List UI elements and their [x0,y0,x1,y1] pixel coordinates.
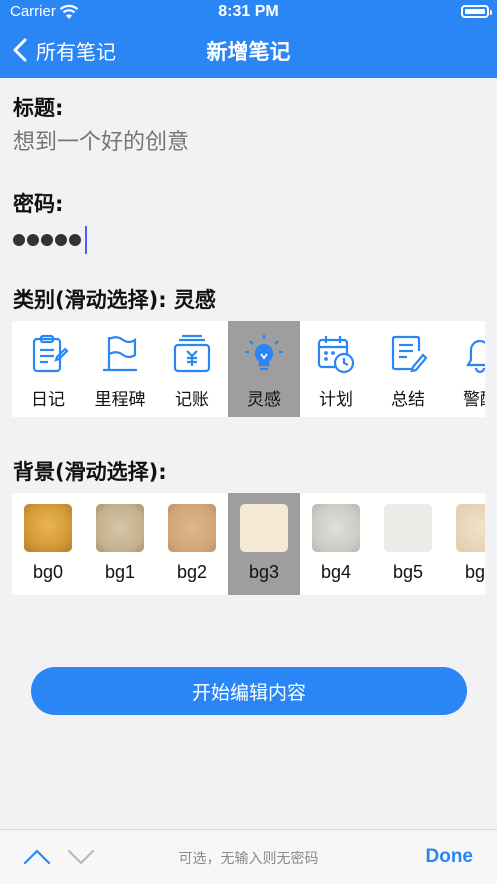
category-label: 类别(滑动选择): 灵感 [13,288,216,312]
background-label-text: bg6 [464,562,485,582]
background-label-text: bg3 [248,562,280,582]
bell-icon [466,339,485,374]
nav-bar: Carrier 8:31 PM 所有笔记 新增笔记 [0,0,497,78]
background-item[interactable]: bg5 [372,493,444,595]
lightbulb-icon [245,335,283,371]
category-item-diary[interactable]: 日记 [12,321,84,417]
battery-icon [461,5,492,18]
background-item[interactable]: bg3 [228,493,300,595]
done-button[interactable]: Done [426,846,474,868]
password-dot [27,234,39,246]
background-item[interactable]: bg1 [84,493,156,595]
title-label: 标题: [13,96,64,120]
category-label-text: 灵感 [247,390,281,410]
page-title: 新增笔记 [206,40,291,64]
text-cursor [85,226,87,254]
category-picker[interactable]: 日记 里程碑 记账 灵感 计划 总结 警 [12,321,485,417]
calendar-clock-icon [317,336,355,374]
category-item-alert[interactable]: 警醒 [444,321,485,417]
background-swatch [240,504,288,552]
accounting-icon [173,334,211,373]
diary-icon [32,334,69,373]
start-editing-button[interactable]: 开始编辑内容 [31,667,467,715]
background-label: 背景(滑动选择): [13,460,167,484]
background-item[interactable]: bg6 [444,493,485,595]
background-item[interactable]: bg0 [12,493,84,595]
background-swatch [24,504,72,552]
category-label-text: 总结 [391,390,425,410]
category-label-text: 警醒 [463,390,485,410]
category-label-text: 里程碑 [94,390,146,410]
password-label: 密码: [13,192,64,216]
background-swatch [312,504,360,552]
category-item-accounting[interactable]: 记账 [156,321,228,417]
category-label-text: 记账 [175,390,209,410]
background-swatch [168,504,216,552]
password-dot [41,234,53,246]
keyboard-toolbar: 可选，无输入则无密码 Done [0,829,497,884]
clock: 8:31 PM [218,3,279,20]
flag-icon [103,336,137,372]
title-input[interactable] [13,130,483,155]
background-swatch [384,504,432,552]
background-swatch [96,504,144,552]
background-picker[interactable]: bg0 bg1 bg2 bg3 bg4 bg5 bg6 [12,493,485,595]
summary-icon [391,335,428,373]
password-dot [69,234,81,246]
status-bar: Carrier 8:31 PM [0,0,497,26]
background-swatch [456,504,485,552]
background-label-text: bg4 [320,562,352,582]
background-label-text: bg5 [392,562,424,582]
category-item-plan[interactable]: 计划 [300,321,372,417]
background-item[interactable]: bg4 [300,493,372,595]
background-label-text: bg2 [176,562,208,582]
password-dot [13,234,25,246]
background-item[interactable]: bg2 [156,493,228,595]
password-dot [55,234,67,246]
category-label-text: 日记 [31,390,65,410]
category-item-inspiration[interactable]: 灵感 [228,321,300,417]
category-item-milestone[interactable]: 里程碑 [84,321,156,417]
category-item-summary[interactable]: 总结 [372,321,444,417]
background-label-text: bg1 [104,562,136,582]
toolbar-hint: 可选，无输入则无密码 [178,851,319,867]
background-label-text: bg0 [32,562,64,582]
password-field[interactable] [13,226,87,254]
category-label-text: 计划 [319,390,353,410]
